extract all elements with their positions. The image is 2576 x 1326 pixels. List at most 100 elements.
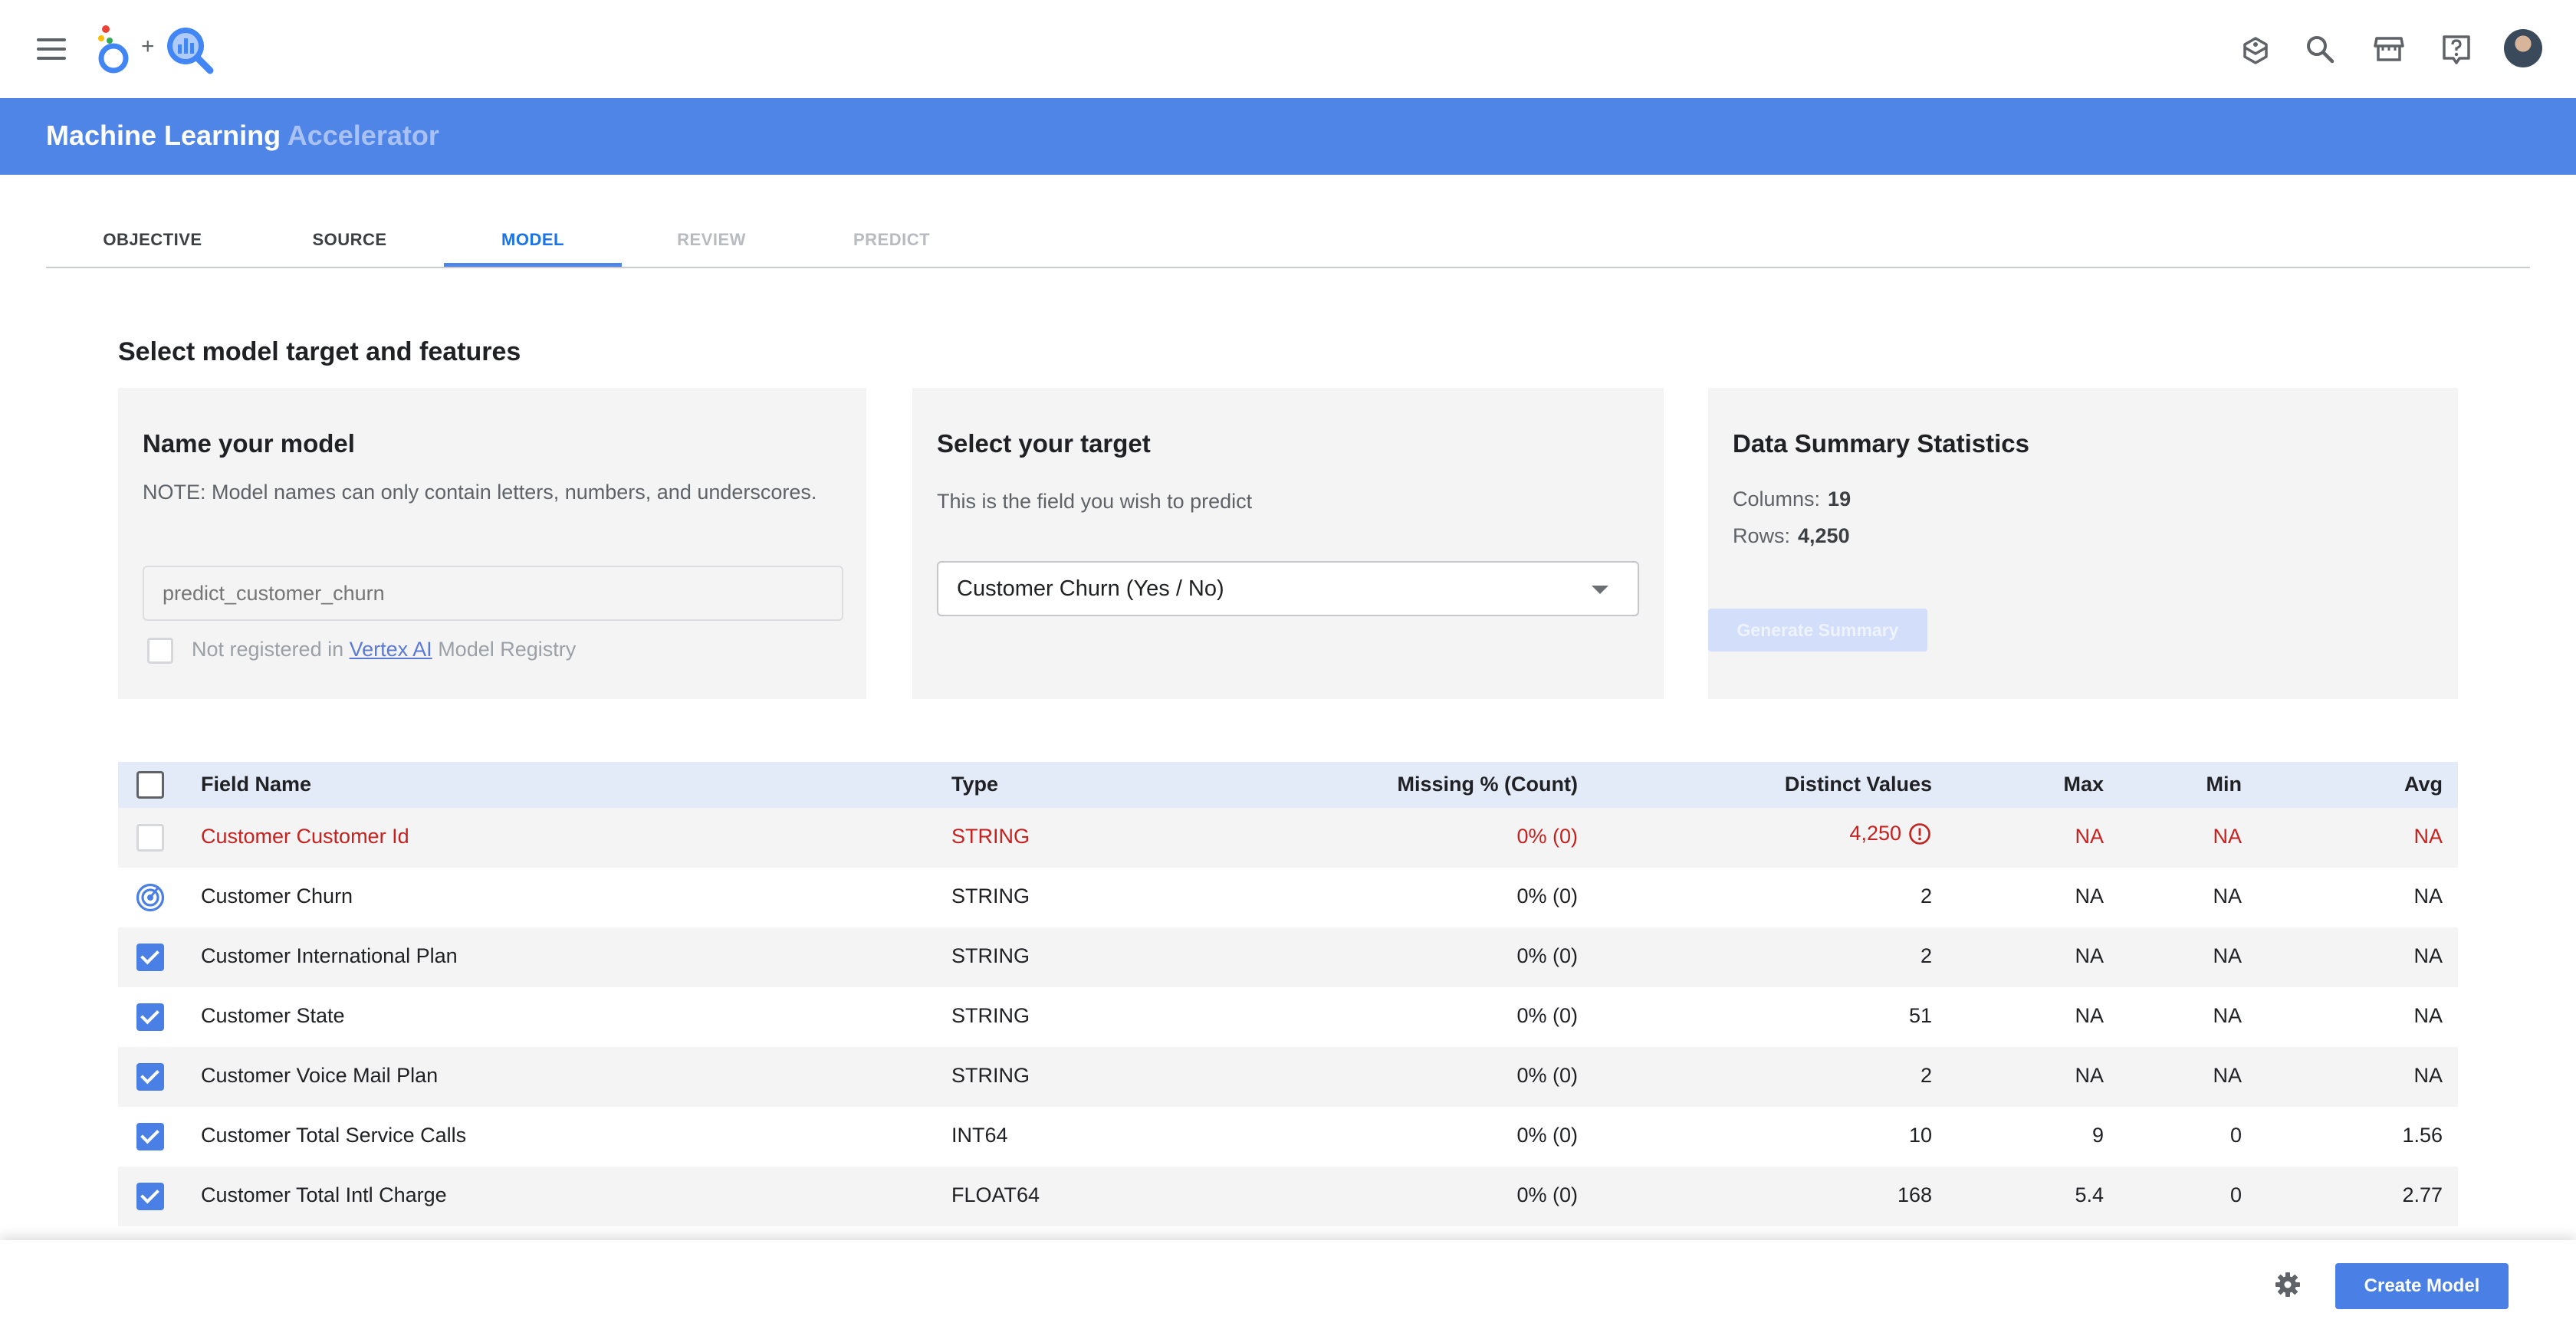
row-max: NA xyxy=(2075,885,2104,908)
hamburger-menu-icon[interactable] xyxy=(34,34,71,64)
row-field-name: Customer Total Service Calls xyxy=(201,1124,467,1147)
tab-objective[interactable]: OBJECTIVE xyxy=(46,230,259,267)
row-distinct: 51 xyxy=(1908,1004,1932,1027)
row-min: NA xyxy=(2213,885,2242,908)
row-avg: 2.77 xyxy=(2402,1183,2443,1206)
name-card-note: NOTE: Model names can only contain lette… xyxy=(143,481,817,504)
target-dropdown[interactable]: Customer Churn (Yes / No) xyxy=(937,561,1639,616)
row-distinct: 2 xyxy=(1920,1064,1932,1087)
row-type: STRING xyxy=(951,885,1030,908)
rows-label: Rows: xyxy=(1733,524,1791,547)
learn-icon[interactable] xyxy=(2237,31,2274,67)
tab-model[interactable]: MODEL xyxy=(444,230,622,267)
row-max: NA xyxy=(2075,1064,2104,1087)
table-row[interactable]: Customer Total Service Calls INT64 0% (0… xyxy=(118,1107,2458,1167)
columns-value: 19 xyxy=(1828,487,1852,510)
name-card-title: Name your model xyxy=(143,429,355,458)
row-checkbox[interactable] xyxy=(136,944,164,971)
columns-label: Columns: xyxy=(1733,487,1821,510)
summary-card-title: Data Summary Statistics xyxy=(1733,429,2029,458)
row-field-name: Customer Voice Mail Plan xyxy=(201,1064,439,1087)
row-missing: 0% (0) xyxy=(1516,885,1578,908)
header-type: Type xyxy=(951,773,999,796)
app-title: Machine Learning Accelerator xyxy=(46,120,439,152)
header-max: Max xyxy=(2063,773,2104,796)
select-target-card: Select your target This is the field you… xyxy=(912,388,1664,699)
row-min: 0 xyxy=(2229,1183,2242,1206)
row-distinct: 2 xyxy=(1920,944,1932,967)
dropdown-arrow-icon xyxy=(1592,586,1608,594)
row-distinct: 2 xyxy=(1920,885,1932,908)
logo-plus: + xyxy=(141,34,155,59)
tab-source[interactable]: SOURCE xyxy=(259,230,440,267)
app-banner: Machine Learning Accelerator xyxy=(0,98,2576,175)
row-type: INT64 xyxy=(951,1124,1008,1147)
row-avg: NA xyxy=(2413,1004,2443,1027)
generate-summary-button: Generate Summary xyxy=(1708,609,1927,652)
row-avg: NA xyxy=(2413,1064,2443,1087)
columns-stat: Columns: 19 xyxy=(1733,487,1851,511)
row-max: NA xyxy=(2075,944,2104,967)
user-avatar[interactable] xyxy=(2504,29,2542,67)
header-field-name: Field Name xyxy=(201,773,312,796)
table-row[interactable]: Customer Churn STRING 0% (0) 2 NA NA NA xyxy=(118,868,2458,927)
target-icon xyxy=(136,883,165,912)
row-checkbox[interactable] xyxy=(136,1003,164,1031)
app-title-accent: Accelerator xyxy=(287,120,439,151)
row-checkbox[interactable] xyxy=(136,1123,164,1150)
help-icon[interactable] xyxy=(2438,31,2475,67)
row-field-name: Customer Total Intl Charge xyxy=(201,1183,447,1206)
name-model-card: Name your model NOTE: Model names can on… xyxy=(118,388,866,699)
step-tabs: OBJECTIVE SOURCE MODEL REVIEW PREDICT xyxy=(46,215,2530,268)
table-row[interactable]: Customer Total Intl Charge FLOAT64 0% (0… xyxy=(118,1167,2458,1226)
tab-review: REVIEW xyxy=(677,230,746,249)
row-checkbox xyxy=(136,824,164,852)
row-field-name: Customer State xyxy=(201,1004,345,1027)
row-type: STRING xyxy=(951,1064,1030,1087)
footer-bar: Create Model xyxy=(0,1240,2576,1326)
row-type: STRING xyxy=(951,1004,1030,1027)
row-min: NA xyxy=(2213,1064,2242,1087)
row-min: NA xyxy=(2213,1004,2242,1027)
rows-stat: Rows: 4,250 xyxy=(1733,524,1850,548)
rows-value: 4,250 xyxy=(1798,524,1850,547)
looker-logo-icon xyxy=(98,25,129,74)
tab-predict: PREDICT xyxy=(853,230,931,249)
row-missing: 0% (0) xyxy=(1516,1004,1578,1027)
top-app-bar: + xyxy=(0,0,2576,98)
section-title: Select model target and features xyxy=(118,337,521,366)
row-missing: 0% (0) xyxy=(1516,944,1578,967)
search-icon[interactable] xyxy=(2302,31,2338,67)
gear-icon[interactable] xyxy=(2274,1271,2302,1298)
row-checkbox[interactable] xyxy=(136,1183,164,1210)
row-field-name: Customer International Plan xyxy=(201,944,458,967)
warning-icon[interactable] xyxy=(1907,822,1932,846)
registry-prefix: Not registered in xyxy=(192,638,350,661)
row-max: 5.4 xyxy=(2075,1183,2104,1206)
row-type: STRING xyxy=(951,944,1030,967)
marketplace-icon[interactable] xyxy=(2371,31,2407,67)
table-row[interactable]: Customer Customer Id STRING 0% (0) 4,250… xyxy=(118,808,2458,868)
table-row[interactable]: Customer State STRING 0% (0) 51 NA NA NA xyxy=(118,987,2458,1047)
row-missing: 0% (0) xyxy=(1516,1064,1578,1087)
app-title-main: Machine Learning xyxy=(46,120,281,151)
registry-label: Not registered in Vertex AI Model Regist… xyxy=(192,638,576,661)
model-name-input[interactable] xyxy=(143,566,843,621)
data-summary-card: Data Summary Statistics Columns: 19 Rows:… xyxy=(1708,388,2458,699)
registry-checkbox[interactable] xyxy=(147,638,173,664)
row-field-name: Customer Churn xyxy=(201,885,353,908)
select-all-checkbox[interactable] xyxy=(136,771,164,799)
row-min: NA xyxy=(2213,825,2242,848)
table-row[interactable]: Customer Voice Mail Plan STRING 0% (0) 2… xyxy=(118,1047,2458,1107)
header-min: Min xyxy=(2206,773,2242,796)
vertex-ai-link[interactable]: Vertex AI xyxy=(350,638,432,661)
row-avg: NA xyxy=(2413,885,2443,908)
row-avg: NA xyxy=(2413,944,2443,967)
create-model-button[interactable]: Create Model xyxy=(2335,1263,2509,1309)
table-row[interactable]: Customer International Plan STRING 0% (0… xyxy=(118,927,2458,987)
row-missing: 0% (0) xyxy=(1516,1124,1578,1147)
target-dropdown-value: Customer Churn (Yes / No) xyxy=(957,576,1224,601)
header-distinct: Distinct Values xyxy=(1784,773,1932,796)
row-type: STRING xyxy=(951,825,1030,848)
row-checkbox[interactable] xyxy=(136,1063,164,1091)
